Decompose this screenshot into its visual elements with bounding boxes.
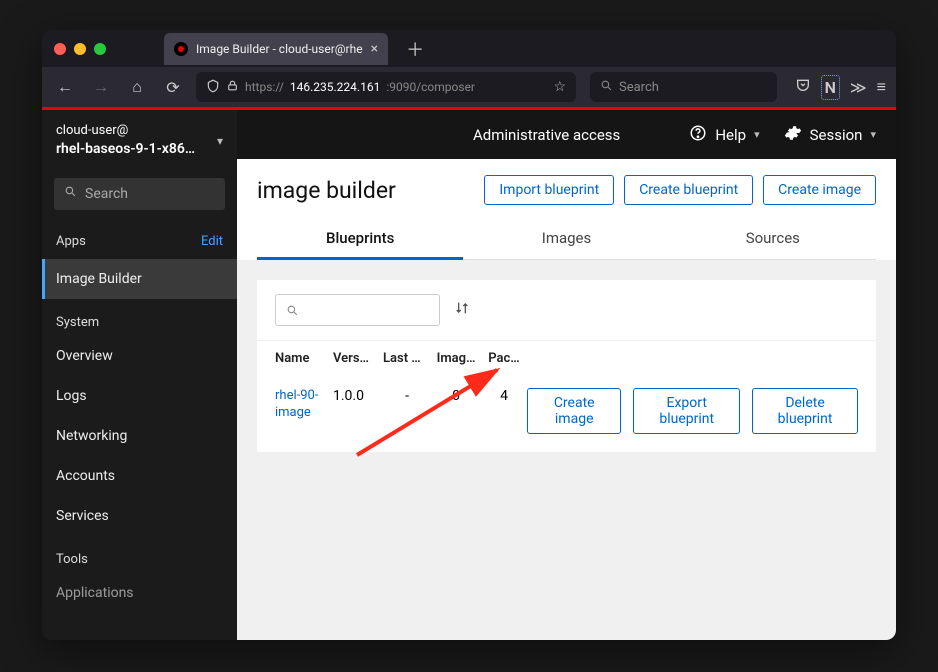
row-actions: Create image Export blueprint Delete blu… [527,388,858,434]
sort-icon[interactable] [454,300,470,320]
nav-reload-button[interactable]: ⟳ [160,74,186,100]
apps-label: Apps [56,234,86,249]
tab-close-icon[interactable]: × [371,41,378,57]
window-close-button[interactable] [54,43,66,55]
search-icon [64,185,77,202]
apps-edit-link[interactable]: Edit [201,234,223,249]
page-body: Name Vers… Last … Imag… Pac… rhel-90-ima… [237,260,896,640]
extension-badge[interactable]: N [821,75,840,100]
help-icon [689,124,707,146]
th-name[interactable]: Name [275,351,333,366]
lock-icon [226,79,239,95]
panel-toolbar [257,280,876,341]
bookmark-star-icon[interactable]: ☆ [553,79,566,95]
row-export-blueprint-button[interactable]: Export blueprint [633,388,740,434]
sidebar-item-services[interactable]: Services [42,496,237,536]
sidebar-section-system: System [42,299,237,336]
td-last: - [383,388,431,404]
sidebar-search-placeholder: Search [85,186,128,202]
help-label: Help [715,126,746,144]
th-last[interactable]: Last … [383,351,431,366]
sidebar-item-applications[interactable]: Applications [42,573,237,613]
create-image-button[interactable]: Create image [763,175,876,205]
page-title: image builder [257,177,396,204]
gear-icon [784,124,802,146]
page-tabs: Blueprints Images Sources [257,219,876,260]
url-bar[interactable]: https:// 146.235.224.161 :9090/composer ☆ [196,72,576,102]
sidebar-item-overview[interactable]: Overview [42,336,237,376]
td-version: 1.0.0 [333,388,383,404]
nav-home-button[interactable]: ⌂ [124,74,150,100]
sidebar-item-logs[interactable]: Logs [42,376,237,416]
table-row: rhel-90-image 1.0.0 - 0 4 Create image E… [257,376,876,452]
host-user-line: cloud-user@ [56,122,195,140]
admin-access-label: Administrative access [473,126,620,144]
session-menu[interactable]: Session ▾ [784,124,876,146]
create-blueprint-button[interactable]: Create blueprint [624,175,753,205]
tab-title: Image Builder - cloud-user@rhe [196,42,363,56]
admin-access-toggle[interactable]: Administrative access [473,126,620,144]
url-prefix: https:// [245,80,284,94]
sidebar-search-input[interactable]: Search [54,178,225,210]
app-content: cloud-user@ rhel-baseos-9-1-x86… ▾ Searc… [42,107,896,640]
cockpit-sidebar: cloud-user@ rhel-baseos-9-1-x86… ▾ Searc… [42,107,237,640]
browser-window: Image Builder - cloud-user@rhe × ＋ ← → ⌂… [42,30,896,640]
browser-toolbar: ← → ⌂ ⟳ https:// 146.235.224.161 :9090/com… [42,67,896,107]
browser-search-input[interactable]: Search [590,72,777,102]
blueprint-panel: Name Vers… Last … Imag… Pac… rhel-90-ima… [257,280,876,452]
main-area: Administrative access Help ▾ Session ▾ [237,107,896,640]
help-menu[interactable]: Help ▾ [689,124,759,146]
tab-images[interactable]: Images [463,219,669,260]
th-images[interactable]: Imag… [431,351,481,366]
th-version[interactable]: Vers… [333,351,383,366]
sidebar-section-apps: Apps Edit [42,224,237,259]
row-create-image-button[interactable]: Create image [527,388,621,434]
tab-favicon [174,42,188,56]
tab-sources[interactable]: Sources [670,219,876,260]
sidebar-item-image-builder[interactable]: Image Builder [42,259,237,299]
sidebar-item-accounts[interactable]: Accounts [42,456,237,496]
new-tab-button[interactable]: ＋ [396,36,434,62]
shield-icon [206,79,220,96]
overflow-chevron-icon[interactable]: ≫ [850,78,867,97]
nav-forward-button[interactable]: → [88,74,114,100]
blueprint-search-input[interactable] [275,294,440,326]
table-header: Name Vers… Last … Imag… Pac… [257,341,876,376]
td-images: 0 [431,388,481,404]
page-actions: Import blueprint Create blueprint Create… [484,175,876,205]
browser-tab[interactable]: Image Builder - cloud-user@rhe × [164,33,388,65]
sidebar-section-tools: Tools [42,536,237,573]
chevron-down-icon: ▾ [870,128,876,141]
search-icon [286,304,299,317]
page-header: image builder Import blueprint Create bl… [237,159,896,260]
window-minimize-button[interactable] [74,43,86,55]
url-suffix: :9090/composer [386,80,475,94]
session-label: Session [810,126,863,144]
tab-blueprints[interactable]: Blueprints [257,219,463,260]
sidebar-item-networking[interactable]: Networking [42,416,237,456]
top-black-bar: Administrative access Help ▾ Session ▾ [237,107,896,159]
host-name: rhel-baseos-9-1-x86… [56,140,195,160]
browser-search-placeholder: Search [619,80,659,95]
blueprint-name-link[interactable]: rhel-90-image [275,388,333,422]
th-packages[interactable]: Pac… [481,351,527,366]
traffic-lights [54,43,106,55]
host-selector[interactable]: cloud-user@ rhel-baseos-9-1-x86… ▾ [42,110,237,172]
chevron-down-icon: ▾ [754,128,760,141]
td-packages: 4 [481,388,527,404]
pocket-icon[interactable] [795,77,811,97]
search-icon [600,79,613,96]
nav-back-button[interactable]: ← [52,74,78,100]
toolbar-extra-icons: N ≫ ≡ [795,75,886,100]
row-delete-blueprint-button[interactable]: Delete blueprint [752,388,858,434]
chevron-down-icon: ▾ [217,134,223,148]
browser-titlebar: Image Builder - cloud-user@rhe × ＋ [42,30,896,67]
window-maximize-button[interactable] [94,43,106,55]
import-blueprint-button[interactable]: Import blueprint [484,175,614,205]
url-host: 146.235.224.161 [290,80,380,94]
hamburger-menu-icon[interactable]: ≡ [877,77,886,97]
